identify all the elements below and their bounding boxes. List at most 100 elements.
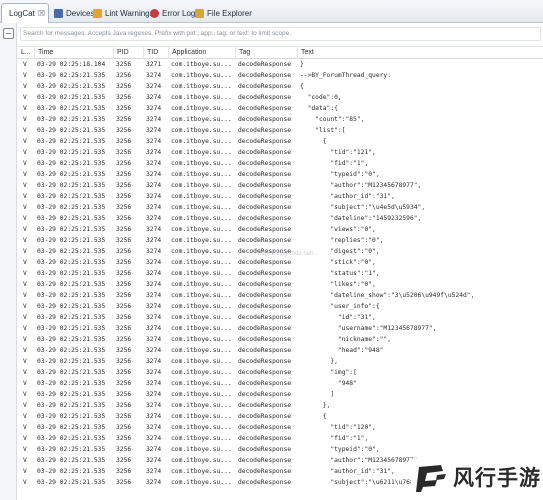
- log-row[interactable]: V 03-29 02:25:21.535 3256 3274 com.itboye.su…: [18, 389, 543, 400]
- log-cell-tag: decodeResponse: [238, 259, 292, 266]
- log-row[interactable]: V 03-29 02:25:21.535 3256 3274 com.itboye.su…: [18, 191, 543, 202]
- log-cell-time: 03-29 02:25:21.535: [37, 270, 106, 277]
- column-header-tid[interactable]: TID: [143, 47, 170, 59]
- devices-icon: [54, 8, 63, 18]
- log-row[interactable]: V 03-29 02:25:21.535 3256 3274 com.itboye.su…: [18, 224, 543, 235]
- log-cell-pid: 3256: [116, 83, 132, 90]
- log-cell-level: V: [23, 281, 27, 288]
- log-cell-level: V: [23, 292, 27, 299]
- close-icon[interactable]: ☒: [38, 9, 45, 18]
- log-row[interactable]: V 03-29 02:25:21.535 3256 3274 com.itboye.su…: [18, 444, 543, 455]
- column-header-tag[interactable]: Tag: [235, 47, 298, 59]
- log-cell-tid: 3274: [146, 182, 162, 189]
- log-cell-text: "author":"M12345678977",: [300, 182, 422, 189]
- log-cell-tid: 3274: [146, 292, 162, 299]
- log-row[interactable]: V 03-29 02:25:21.535 3256 3274 com.itboye.su…: [18, 103, 543, 114]
- log-cell-text: "head":"948": [300, 347, 384, 354]
- log-cell-app: com.itboye.su...: [171, 182, 232, 189]
- log-row[interactable]: V 03-29 02:25:21.535 3256 3274 com.itboye.su…: [18, 279, 543, 290]
- log-row[interactable]: V 03-29 02:25:21.535 3256 3274 com.itboye.su…: [18, 367, 543, 378]
- column-header-time[interactable]: Time: [34, 47, 116, 59]
- log-cell-level: V: [23, 303, 27, 310]
- log-cell-time: 03-29 02:25:21.535: [37, 424, 106, 431]
- log-cell-tid: 3274: [146, 380, 162, 387]
- log-row[interactable]: V 03-29 02:25:18.104 3256 3271 com.itboye.su…: [18, 59, 543, 70]
- log-cell-tid: 3274: [146, 160, 162, 167]
- log-cell-app: com.itboye.su...: [171, 314, 232, 321]
- log-cell-tag: decodeResponse: [238, 314, 292, 321]
- log-cell-tag: decodeResponse: [238, 380, 292, 387]
- log-cell-app: com.itboye.su...: [171, 369, 232, 376]
- warning-icon: [93, 8, 102, 18]
- column-header-pid[interactable]: PID: [113, 47, 143, 59]
- log-row[interactable]: V 03-29 02:25:21.535 3256 3274 com.itboye.su…: [18, 356, 543, 367]
- log-cell-level: V: [23, 369, 27, 376]
- tab-error-log[interactable]: Error Log: [146, 3, 195, 23]
- log-cell-level: V: [23, 171, 27, 178]
- log-cell-pid: 3256: [116, 468, 132, 475]
- column-header-application[interactable]: Application: [168, 47, 235, 59]
- log-row[interactable]: V 03-29 02:25:21.535 3256 3274 com.itboye.su…: [18, 411, 543, 422]
- tab-logcat-label: LogCat: [9, 9, 35, 18]
- log-row[interactable]: V 03-29 02:25:21.535 3256 3274 com.itboye.su…: [18, 158, 543, 169]
- log-row[interactable]: V 03-29 02:25:21.535 3256 3274 com.itboye.su…: [18, 92, 543, 103]
- log-cell-app: com.itboye.su...: [171, 402, 232, 409]
- log-row[interactable]: V 03-29 02:25:21.535 3256 3274 com.itboye.su…: [18, 334, 543, 345]
- tab-file-explorer[interactable]: File Explorer: [191, 3, 252, 23]
- log-row[interactable]: V 03-29 02:25:21.535 3256 3274 com.itboye.su…: [18, 202, 543, 213]
- log-row[interactable]: V 03-29 02:25:21.535 3256 3274 com.itboye.su…: [18, 70, 543, 81]
- log-row[interactable]: V 03-29 02:25:21.535 3256 3274 com.itboye.su…: [18, 378, 543, 389]
- log-cell-time: 03-29 02:25:21.535: [37, 402, 106, 409]
- log-cell-tid: 3274: [146, 116, 162, 123]
- log-cell-pid: 3256: [116, 72, 132, 79]
- log-row[interactable]: V 03-29 02:25:21.535 3256 3274 com.itboye.su…: [18, 312, 543, 323]
- tab-lint-warnings[interactable]: Lint Warnings: [89, 3, 154, 23]
- log-cell-time: 03-29 02:25:21.535: [37, 292, 106, 299]
- column-header-level[interactable]: L...: [18, 47, 34, 59]
- log-cell-pid: 3256: [116, 259, 132, 266]
- log-row[interactable]: V 03-29 02:25:21.535 3256 3274 com.itboye.su…: [18, 81, 543, 92]
- log-cell-tid: 3274: [146, 259, 162, 266]
- log-cell-time: 03-29 02:25:21.535: [37, 149, 106, 156]
- log-cell-app: com.itboye.su...: [171, 391, 232, 398]
- log-row[interactable]: V 03-29 02:25:21.535 3256 3274 com.itboye.su…: [18, 345, 543, 356]
- tab-devices[interactable]: Devices: [50, 3, 94, 23]
- log-row[interactable]: V 03-29 02:25:21.535 3256 3274 com.itboye.su…: [18, 268, 543, 279]
- log-row[interactable]: V 03-29 02:25:21.535 3256 3274 com.itboye.su…: [18, 433, 543, 444]
- log-cell-tid: 3274: [146, 424, 162, 431]
- log-cell-tid: 3274: [146, 402, 162, 409]
- log-cell-app: com.itboye.su...: [171, 127, 232, 134]
- log-cell-pid: 3256: [116, 336, 132, 343]
- log-row[interactable]: V 03-29 02:25:21.535 3256 3274 com.itboye.su…: [18, 180, 543, 191]
- log-cell-app: com.itboye.su...: [171, 149, 232, 156]
- log-row[interactable]: V 03-29 02:25:21.535 3256 3274 com.itboye.su…: [18, 422, 543, 433]
- log-row[interactable]: V 03-29 02:25:21.535 3256 3274 com.itboye.su…: [18, 147, 543, 158]
- log-cell-level: V: [23, 413, 27, 420]
- log-row[interactable]: V 03-29 02:25:21.535 3256 3274 com.itboye.su…: [18, 290, 543, 301]
- log-cell-level: V: [23, 105, 27, 112]
- log-cell-time: 03-29 02:25:21.535: [37, 413, 106, 420]
- log-row[interactable]: V 03-29 02:25:21.535 3256 3274 com.itboye.su…: [18, 136, 543, 147]
- log-row[interactable]: V 03-29 02:25:21.535 3256 3274 com.itboye.su…: [18, 235, 543, 246]
- log-cell-pid: 3256: [116, 435, 132, 442]
- log-cell-tag: decodeResponse: [238, 292, 292, 299]
- log-row[interactable]: V 03-29 02:25:21.535 3256 3274 com.itboye.su…: [18, 169, 543, 180]
- filter-icon[interactable]: [3, 28, 14, 39]
- log-cell-text: "list":[: [300, 127, 346, 134]
- log-cell-pid: 3256: [116, 61, 132, 68]
- log-row[interactable]: V 03-29 02:25:21.535 3256 3274 com.itboye.su…: [18, 257, 543, 268]
- log-row[interactable]: V 03-29 02:25:21.535 3256 3274 com.itboye.su…: [18, 125, 543, 136]
- log-cell-tid: 3274: [146, 204, 162, 211]
- log-cell-tid: 3274: [146, 435, 162, 442]
- tab-logcat[interactable]: LogCat ☒: [1, 3, 49, 23]
- log-row[interactable]: V 03-29 02:25:21.535 3256 3274 com.itboye.su…: [18, 114, 543, 125]
- brand-logo-icon: [416, 465, 446, 492]
- log-row[interactable]: V 03-29 02:25:21.535 3256 3274 com.itboye.su…: [18, 323, 543, 334]
- column-header-text[interactable]: Text: [297, 47, 543, 59]
- log-row[interactable]: V 03-29 02:25:21.535 3256 3274 com.itboye.su…: [18, 400, 543, 411]
- search-input[interactable]: Search for messages. Accepts Java regexe…: [20, 27, 541, 41]
- log-cell-pid: 3256: [116, 314, 132, 321]
- log-row[interactable]: V 03-29 02:25:21.535 3256 3274 com.itboye.su…: [18, 301, 543, 312]
- log-row[interactable]: V 03-29 02:25:21.535 3256 3274 com.itboye.su…: [18, 213, 543, 224]
- log-cell-tid: 3274: [146, 193, 162, 200]
